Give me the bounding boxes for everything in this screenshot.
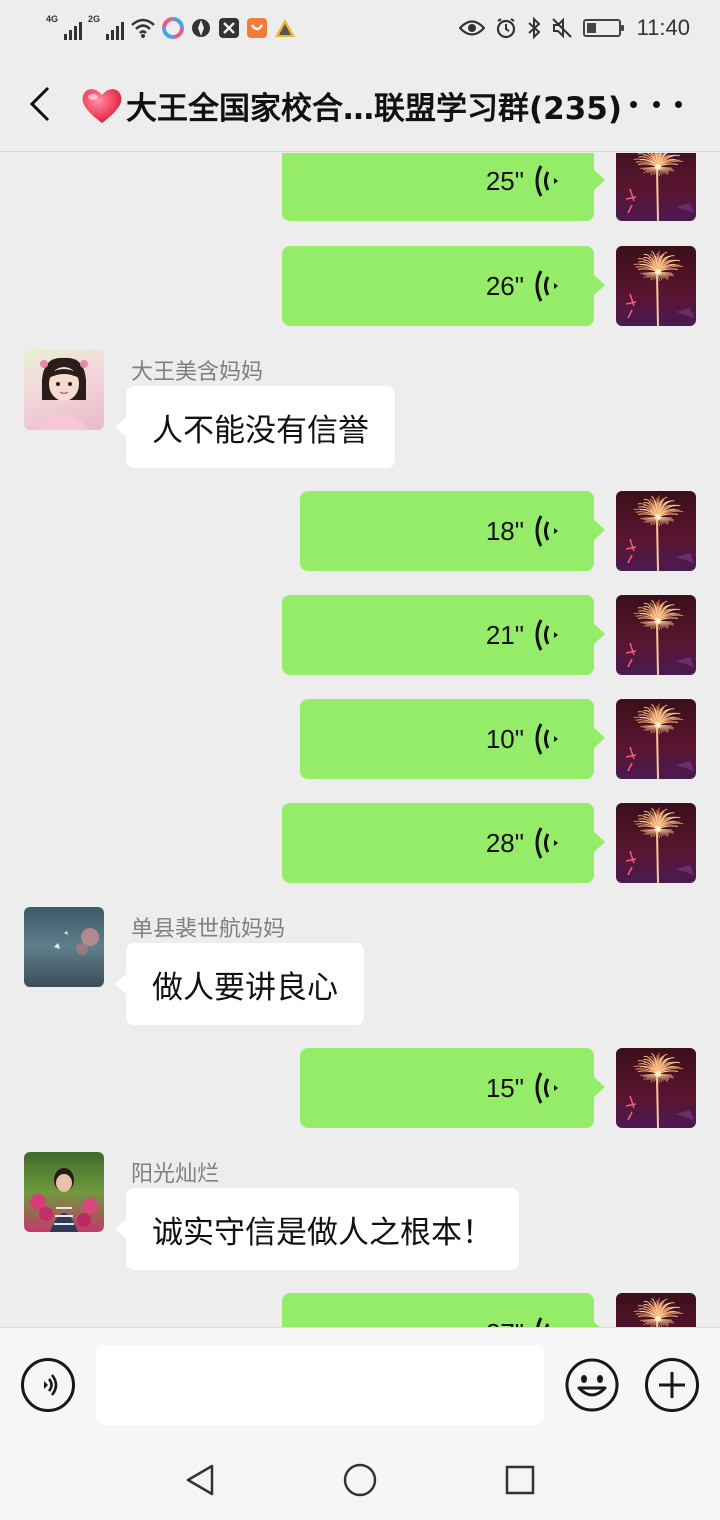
- network-type-2: 2G: [88, 14, 101, 24]
- chat-title: 大王全国家校合…联盟学习群(235): [126, 90, 623, 127]
- message-text: 做人要讲良心: [152, 969, 338, 1006]
- fireworks-icon: [616, 803, 696, 883]
- self-avatar[interactable]: [616, 699, 696, 779]
- member-avatar[interactable]: [24, 907, 104, 987]
- nav-back-icon: [186, 1464, 214, 1496]
- voice-duration: 18": [485, 516, 524, 546]
- voice-duration: 25": [485, 166, 524, 196]
- voice-wave-icon: [535, 1072, 558, 1104]
- voice-message[interactable]: 18": [300, 491, 605, 571]
- bluetooth-icon: [527, 17, 541, 39]
- app-aperture-icon: [192, 19, 210, 37]
- app-notification-icon: [162, 17, 184, 39]
- woman-flowers-icon: [30, 1168, 98, 1232]
- fireworks-icon: [616, 1048, 696, 1128]
- status-bar: 4G 2G 11:40: [0, 0, 720, 56]
- text-message[interactable]: 人不能没有信誉: [115, 386, 395, 468]
- voice-duration: 28": [485, 828, 524, 858]
- chevron-left-icon: [29, 86, 50, 122]
- voice-duration: 15": [485, 1073, 524, 1103]
- voice-duration: 10": [485, 724, 524, 754]
- emoji-button[interactable]: [565, 1358, 619, 1412]
- heart-icon: [82, 89, 122, 123]
- self-avatar[interactable]: [616, 803, 696, 883]
- voice-message[interactable]: 15": [300, 1048, 605, 1128]
- self-avatar[interactable]: [616, 1293, 696, 1327]
- voice-wave-icon: [535, 165, 558, 197]
- network-type-1: 4G: [46, 14, 59, 24]
- message-text: 诚实守信是做人之根本！: [152, 1214, 493, 1251]
- voice-message[interactable]: 21": [282, 595, 605, 675]
- wifi-icon: [131, 18, 155, 38]
- girl-portrait-icon: [38, 357, 90, 430]
- nav-recents-icon: [505, 1465, 535, 1495]
- nav-back-button[interactable]: [180, 1462, 220, 1498]
- voice-message[interactable]: 25": [282, 153, 605, 221]
- more-functions-button[interactable]: [645, 1358, 699, 1412]
- self-avatar[interactable]: [616, 1048, 696, 1128]
- text-message[interactable]: 做人要讲良心: [115, 943, 364, 1025]
- voice-wave-icon: [535, 270, 558, 302]
- text-message[interactable]: 诚实守信是做人之根本！: [115, 1188, 519, 1270]
- cellular-signal-icon: 4G: [46, 14, 82, 40]
- self-avatar[interactable]: [616, 153, 696, 221]
- cellular-signal-2-icon: 2G: [88, 14, 124, 40]
- voice-duration: 26": [485, 271, 524, 301]
- voice-input-button[interactable]: [21, 1358, 75, 1412]
- fireworks-icon: [616, 1293, 696, 1327]
- voice-message[interactable]: 28": [282, 803, 605, 883]
- sender-name: 大王美含妈妈: [131, 360, 264, 385]
- alarm-icon: [496, 18, 515, 39]
- sender-name: 阳光灿烂: [131, 1162, 220, 1187]
- fireworks-icon: [616, 595, 696, 675]
- input-bar: [0, 1327, 720, 1440]
- app-x-icon: [219, 18, 239, 38]
- more-options-button[interactable]: [630, 86, 682, 122]
- fireworks-icon: [616, 246, 696, 326]
- fireworks-icon: [616, 491, 696, 571]
- chat-header: 大王全国家校合…联盟学习群(235): [0, 56, 720, 152]
- voice-wave-icon: [536, 1317, 550, 1327]
- voice-wave-icon: [535, 515, 558, 547]
- message-input[interactable]: [96, 1345, 544, 1425]
- app-uc-icon: [247, 18, 267, 38]
- nav-recents-button[interactable]: [500, 1462, 540, 1498]
- app-triangle-icon: [275, 19, 295, 37]
- clock: 11:40: [636, 15, 690, 40]
- voice-wave-icon: [535, 619, 558, 651]
- self-avatar[interactable]: [616, 595, 696, 675]
- nav-home-icon: [343, 1463, 377, 1497]
- fireworks-icon: [616, 153, 696, 221]
- self-avatar[interactable]: [616, 491, 696, 571]
- scenery-icon: [54, 928, 99, 955]
- system-nav-bar: [0, 1440, 720, 1520]
- nav-home-button[interactable]: [340, 1462, 380, 1498]
- battery-icon: [582, 19, 624, 37]
- voice-wave-icon: [535, 827, 558, 859]
- voice-wave-icon: [535, 723, 558, 755]
- fireworks-icon: [616, 699, 696, 779]
- self-avatar[interactable]: [616, 246, 696, 326]
- voice-message[interactable]: 26": [282, 246, 605, 326]
- voice-duration: 21": [485, 620, 524, 650]
- member-avatar[interactable]: [24, 350, 104, 430]
- sender-name: 单县裴世航妈妈: [131, 917, 286, 942]
- message-text: 人不能没有信誉: [152, 412, 369, 449]
- mute-icon: [551, 17, 572, 39]
- eye-comfort-icon: [458, 20, 485, 36]
- more-dots-icon: [630, 100, 637, 108]
- voice-message[interactable]: 10": [300, 699, 605, 779]
- voice-duration: 27": [486, 1293, 524, 1327]
- voice-message[interactable]: 27": [282, 1293, 605, 1327]
- member-avatar[interactable]: [24, 1152, 104, 1232]
- back-button[interactable]: [18, 82, 62, 126]
- chat-messages[interactable]: 25" 26" 大王美含妈妈 人不能没有信誉 18" 21" 10" 28" 单…: [0, 153, 720, 1327]
- voice-input-icon: [44, 1374, 58, 1396]
